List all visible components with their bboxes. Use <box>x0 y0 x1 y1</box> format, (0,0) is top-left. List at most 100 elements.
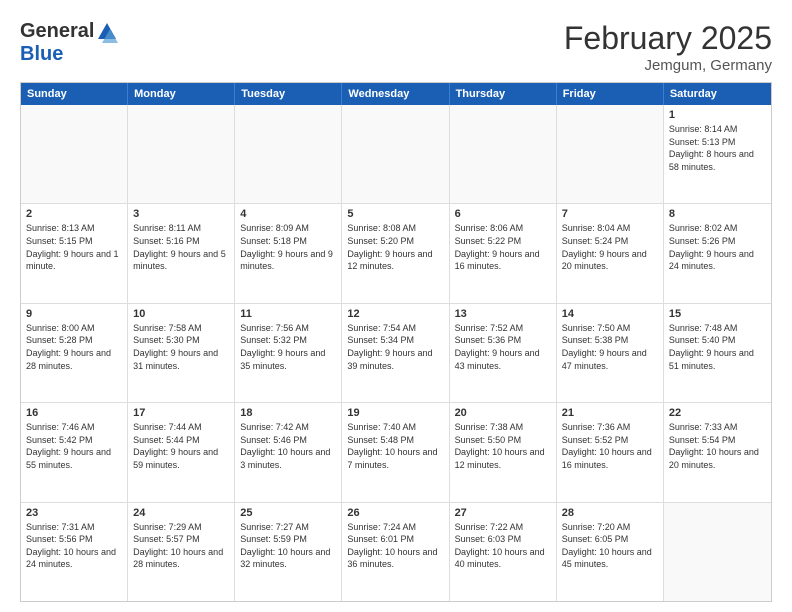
calendar-cell: 8Sunrise: 8:02 AM Sunset: 5:26 PM Daylig… <box>664 204 771 302</box>
header: General Blue February 2025 Jemgum, Germa… <box>20 20 772 74</box>
day-content: Sunrise: 8:11 AM Sunset: 5:16 PM Dayligh… <box>133 222 229 272</box>
day-content: Sunrise: 7:44 AM Sunset: 5:44 PM Dayligh… <box>133 421 229 471</box>
calendar-cell: 13 Sunrise: 7:52 AM Sunset: 5:36 PM Dayli… <box>450 304 557 402</box>
day-content: Sunrise: 7:38 AM Sunset: 5:50 PM Dayligh… <box>455 421 551 471</box>
day-number: 9 <box>26 308 122 320</box>
calendar-cell: 11 Sunrise: 7:56 AM Sunset: 5:32 PM Dayli… <box>235 304 342 402</box>
header-day-thursday: Thursday <box>450 83 557 105</box>
calendar-cell: 10 Sunrise: 7:58 AM Sunset: 5:30 PM Dayli… <box>128 304 235 402</box>
day-content: Sunrise: 7:20 AM Sunset: 6:05 PM Dayligh… <box>562 521 658 571</box>
day-number: 22 <box>669 407 766 419</box>
calendar-row-3: 9 Sunrise: 8:00 AM Sunset: 5:28 PM Daylig… <box>21 303 771 402</box>
calendar-cell: 1 Sunrise: 8:14 AM Sunset: 5:13 PM Daylig… <box>664 105 771 203</box>
calendar-cell: 20 Sunrise: 7:38 AM Sunset: 5:50 PM Dayli… <box>450 403 557 501</box>
calendar-cell: 4 Sunrise: 8:09 AM Sunset: 5:18 PM Daylig… <box>235 204 342 302</box>
header-day-wednesday: Wednesday <box>342 83 449 105</box>
calendar-cell: 21Sunrise: 7:36 AM Sunset: 5:52 PM Dayli… <box>557 403 664 501</box>
day-number: 10 <box>133 308 229 320</box>
day-content: Sunrise: 7:27 AM Sunset: 5:59 PM Dayligh… <box>240 521 336 571</box>
day-number: 23 <box>26 507 122 519</box>
calendar: SundayMondayTuesdayWednesdayThursdayFrid… <box>20 82 772 602</box>
header-day-monday: Monday <box>128 83 235 105</box>
day-content: Sunrise: 7:22 AM Sunset: 6:03 PM Dayligh… <box>455 521 551 571</box>
calendar-cell <box>557 105 664 203</box>
calendar-row-2: 2 Sunrise: 8:13 AM Sunset: 5:15 PM Daylig… <box>21 203 771 302</box>
day-number: 27 <box>455 507 551 519</box>
calendar-cell: 23 Sunrise: 7:31 AM Sunset: 5:56 PM Dayli… <box>21 503 128 601</box>
day-number: 20 <box>455 407 551 419</box>
day-content: Sunrise: 7:52 AM Sunset: 5:36 PM Dayligh… <box>455 322 551 372</box>
day-number: 26 <box>347 507 443 519</box>
day-number: 19 <box>347 407 443 419</box>
calendar-cell <box>21 105 128 203</box>
day-number: 6 <box>455 208 551 220</box>
day-content: Sunrise: 7:42 AM Sunset: 5:46 PM Dayligh… <box>240 421 336 471</box>
day-content: Sunrise: 7:24 AM Sunset: 6:01 PM Dayligh… <box>347 521 443 571</box>
day-number: 11 <box>240 308 336 320</box>
day-content: Sunrise: 8:09 AM Sunset: 5:18 PM Dayligh… <box>240 222 336 272</box>
day-content: Sunrise: 8:14 AM Sunset: 5:13 PM Dayligh… <box>669 123 766 173</box>
day-number: 2 <box>26 208 122 220</box>
calendar-cell: 27 Sunrise: 7:22 AM Sunset: 6:03 PM Dayli… <box>450 503 557 601</box>
calendar-cell: 18Sunrise: 7:42 AM Sunset: 5:46 PM Dayli… <box>235 403 342 501</box>
day-number: 4 <box>240 208 336 220</box>
day-number: 15 <box>669 308 766 320</box>
day-content: Sunrise: 8:04 AM Sunset: 5:24 PM Dayligh… <box>562 222 658 272</box>
calendar-row-4: 16 Sunrise: 7:46 AM Sunset: 5:42 PM Dayli… <box>21 402 771 501</box>
day-number: 5 <box>347 208 443 220</box>
calendar-cell: 5Sunrise: 8:08 AM Sunset: 5:20 PM Daylig… <box>342 204 449 302</box>
day-content: Sunrise: 7:33 AM Sunset: 5:54 PM Dayligh… <box>669 421 766 471</box>
day-number: 8 <box>669 208 766 220</box>
day-content: Sunrise: 7:54 AM Sunset: 5:34 PM Dayligh… <box>347 322 443 372</box>
calendar-cell: 17Sunrise: 7:44 AM Sunset: 5:44 PM Dayli… <box>128 403 235 501</box>
day-number: 14 <box>562 308 658 320</box>
header-day-tuesday: Tuesday <box>235 83 342 105</box>
calendar-cell <box>664 503 771 601</box>
header-day-friday: Friday <box>557 83 664 105</box>
day-content: Sunrise: 8:00 AM Sunset: 5:28 PM Dayligh… <box>26 322 122 372</box>
calendar-cell: 15 Sunrise: 7:48 AM Sunset: 5:40 PM Dayli… <box>664 304 771 402</box>
calendar-cell: 3Sunrise: 8:11 AM Sunset: 5:16 PM Daylig… <box>128 204 235 302</box>
page: General Blue February 2025 Jemgum, Germa… <box>0 0 792 612</box>
day-number: 24 <box>133 507 229 519</box>
logo-icon <box>96 21 118 43</box>
logo-general-text: General <box>20 20 94 43</box>
calendar-cell: 7Sunrise: 8:04 AM Sunset: 5:24 PM Daylig… <box>557 204 664 302</box>
calendar-row-5: 23 Sunrise: 7:31 AM Sunset: 5:56 PM Dayli… <box>21 502 771 601</box>
day-number: 21 <box>562 407 658 419</box>
day-content: Sunrise: 7:29 AM Sunset: 5:57 PM Dayligh… <box>133 521 229 571</box>
day-number: 28 <box>562 507 658 519</box>
logo-blue-text: Blue <box>20 43 63 65</box>
day-content: Sunrise: 7:40 AM Sunset: 5:48 PM Dayligh… <box>347 421 443 471</box>
title-block: February 2025 Jemgum, Germany <box>564 20 772 74</box>
calendar-cell: 9 Sunrise: 8:00 AM Sunset: 5:28 PM Daylig… <box>21 304 128 402</box>
header-day-sunday: Sunday <box>21 83 128 105</box>
day-content: Sunrise: 7:58 AM Sunset: 5:30 PM Dayligh… <box>133 322 229 372</box>
day-number: 16 <box>26 407 122 419</box>
calendar-cell: 28 Sunrise: 7:20 AM Sunset: 6:05 PM Dayli… <box>557 503 664 601</box>
day-number: 1 <box>669 109 766 121</box>
day-content: Sunrise: 8:13 AM Sunset: 5:15 PM Dayligh… <box>26 222 122 272</box>
logo: General Blue <box>20 20 118 66</box>
calendar-cell: 6 Sunrise: 8:06 AM Sunset: 5:22 PM Daylig… <box>450 204 557 302</box>
day-content: Sunrise: 8:06 AM Sunset: 5:22 PM Dayligh… <box>455 222 551 272</box>
day-content: Sunrise: 7:46 AM Sunset: 5:42 PM Dayligh… <box>26 421 122 471</box>
day-number: 25 <box>240 507 336 519</box>
day-content: Sunrise: 7:31 AM Sunset: 5:56 PM Dayligh… <box>26 521 122 571</box>
calendar-cell: 25 Sunrise: 7:27 AM Sunset: 5:59 PM Dayli… <box>235 503 342 601</box>
calendar-cell <box>128 105 235 203</box>
calendar-cell: 22 Sunrise: 7:33 AM Sunset: 5:54 PM Dayli… <box>664 403 771 501</box>
day-content: Sunrise: 7:56 AM Sunset: 5:32 PM Dayligh… <box>240 322 336 372</box>
day-number: 12 <box>347 308 443 320</box>
calendar-cell: 14 Sunrise: 7:50 AM Sunset: 5:38 PM Dayli… <box>557 304 664 402</box>
calendar-cell <box>342 105 449 203</box>
calendar-body: 1 Sunrise: 8:14 AM Sunset: 5:13 PM Daylig… <box>21 105 771 601</box>
day-content: Sunrise: 7:50 AM Sunset: 5:38 PM Dayligh… <box>562 322 658 372</box>
day-content: Sunrise: 7:48 AM Sunset: 5:40 PM Dayligh… <box>669 322 766 372</box>
calendar-cell: 12 Sunrise: 7:54 AM Sunset: 5:34 PM Dayli… <box>342 304 449 402</box>
calendar-cell <box>450 105 557 203</box>
calendar-header: SundayMondayTuesdayWednesdayThursdayFrid… <box>21 83 771 105</box>
day-number: 13 <box>455 308 551 320</box>
location: Jemgum, Germany <box>564 57 772 74</box>
calendar-cell: 24 Sunrise: 7:29 AM Sunset: 5:57 PM Dayli… <box>128 503 235 601</box>
